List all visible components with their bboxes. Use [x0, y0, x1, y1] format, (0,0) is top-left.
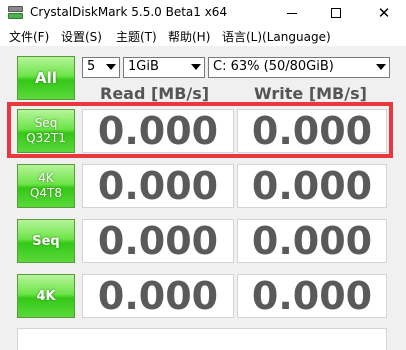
- 4k-q4t8-write-value: 0.000: [237, 164, 387, 208]
- minimize-icon: [287, 12, 297, 14]
- highlight-frame: [7, 102, 393, 158]
- menu-bar: 文件(F) 设置(S) 主题(T) 帮助(H) 语言(L)(Language): [0, 26, 406, 46]
- 4k-read-value: 0.000: [82, 274, 234, 318]
- menu-language[interactable]: 语言(L)(Language): [222, 28, 331, 45]
- minimize-button[interactable]: [270, 0, 314, 26]
- 4k-q4t8-button[interactable]: 4K Q4T8: [17, 164, 75, 208]
- 4k-write-value: 0.000: [237, 274, 387, 318]
- menu-help[interactable]: 帮助(H): [168, 28, 210, 45]
- drive-select[interactable]: C: 63% (50/80GiB): [208, 57, 390, 78]
- close-icon: ✕: [377, 4, 391, 22]
- test-size-value: 1GiB: [128, 59, 159, 74]
- disk-app-icon: [8, 6, 23, 20]
- test-count-select[interactable]: 5: [82, 57, 120, 78]
- title-bar: CrystalDiskMark 5.5.0 Beta1 x64 ✕: [0, 0, 406, 26]
- 4k-button[interactable]: 4K: [17, 274, 75, 318]
- test-size-select[interactable]: 1GiB: [123, 57, 205, 78]
- comment-box[interactable]: [17, 328, 387, 350]
- drive-value: C: 63% (50/80GiB): [213, 59, 334, 74]
- seq-read-value: 0.000: [82, 219, 234, 263]
- menu-settings[interactable]: 设置(S): [61, 28, 102, 45]
- window-title: CrystalDiskMark 5.5.0 Beta1 x64: [30, 5, 228, 19]
- chevron-down-icon: [376, 64, 386, 70]
- seq-write-value: 0.000: [237, 219, 387, 263]
- row-label-line2: Q4T8: [29, 186, 63, 200]
- menu-theme[interactable]: 主题(T): [116, 28, 157, 45]
- read-header: Read [MB/s]: [100, 84, 210, 103]
- row-label-line1: 4K: [38, 171, 54, 185]
- maximize-icon: [331, 8, 341, 18]
- all-button[interactable]: All: [17, 56, 75, 100]
- close-button[interactable]: ✕: [362, 0, 406, 26]
- chevron-down-icon: [191, 64, 201, 70]
- write-header: Write [MB/s]: [254, 84, 367, 103]
- main-panel: All 5 1GiB C: 63% (50/80GiB) Read [MB/s]…: [0, 46, 406, 350]
- test-count-value: 5: [87, 59, 96, 74]
- 4k-q4t8-read-value: 0.000: [82, 164, 234, 208]
- menu-file[interactable]: 文件(F): [9, 28, 49, 45]
- maximize-button[interactable]: [314, 0, 358, 26]
- chevron-down-icon: [106, 64, 116, 70]
- seq-button[interactable]: Seq: [17, 219, 75, 263]
